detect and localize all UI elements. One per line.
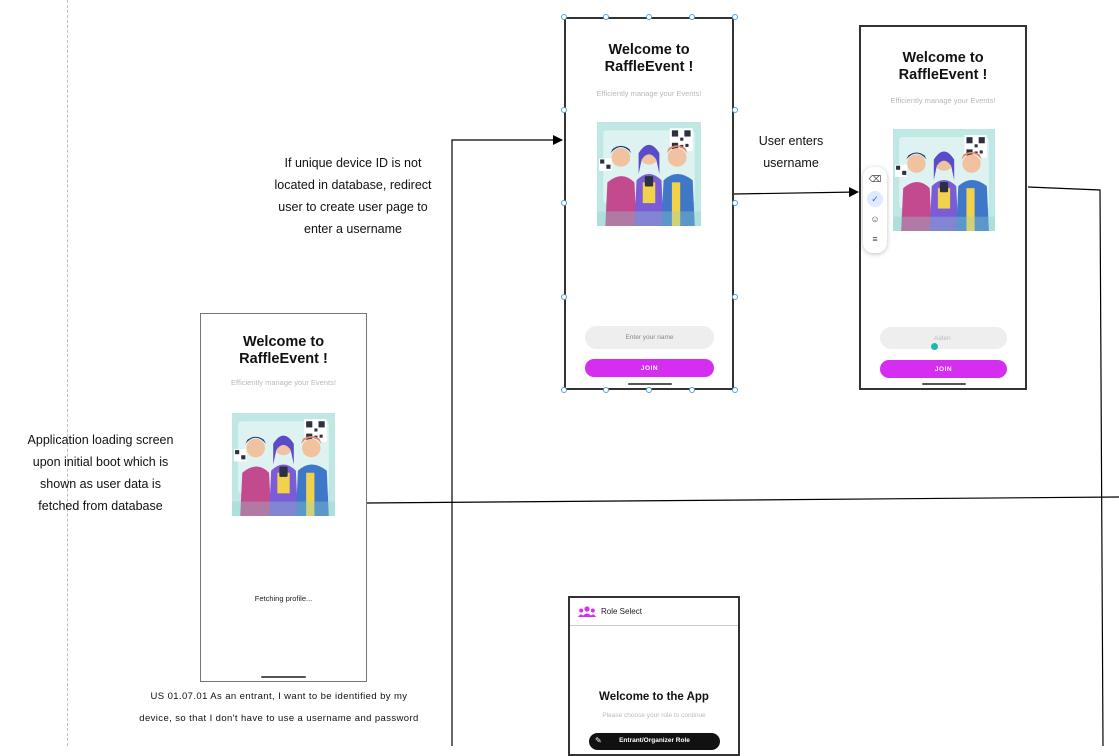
people-illustration xyxy=(232,413,335,516)
note-line: located in database, redirect xyxy=(274,178,432,192)
home-indicator xyxy=(628,383,672,385)
note-line: upon initial boot which is xyxy=(32,455,169,469)
welcome-illustration xyxy=(232,413,335,516)
selection-handle[interactable] xyxy=(732,294,738,300)
note-line: shown as user data is xyxy=(40,477,161,491)
welcome-illustration xyxy=(893,129,995,231)
connector-entered-out xyxy=(1027,186,1104,746)
note-line: Application loading screen xyxy=(27,433,174,447)
note-line: User enters xyxy=(758,134,824,148)
emoji-icon[interactable]: ☺ xyxy=(867,211,883,227)
selection-handle[interactable] xyxy=(689,14,695,20)
app-subtitle: Efficiently manage your Events! xyxy=(231,378,336,387)
note-line: user to create user page to xyxy=(278,200,428,214)
selection-handle[interactable] xyxy=(646,387,652,393)
join-button[interactable]: JOIN xyxy=(880,360,1007,378)
note-user-enters: User enters username xyxy=(742,130,840,174)
connector-loading-out xyxy=(366,496,1119,504)
loading-status: Fetching profile... xyxy=(254,594,313,603)
connector-redirect xyxy=(451,135,563,746)
selection-handle[interactable] xyxy=(561,14,567,20)
home-indicator xyxy=(922,383,966,385)
appbar-title: Role Select xyxy=(601,607,642,616)
menu-icon[interactable]: ≡ xyxy=(867,231,883,247)
keyboard-toolbar: ⌫ ✓ ☺ ≡ xyxy=(863,167,887,253)
title-line: Welcome to xyxy=(902,50,984,66)
loading-screen: Welcome to RaffleEvent ! Efficiently man… xyxy=(200,313,367,682)
name-input[interactable]: Enter your name xyxy=(585,326,714,349)
app-title: Welcome to RaffleEvent ! xyxy=(861,50,1025,85)
note-line: fetched from database xyxy=(38,499,163,513)
selection-handle[interactable] xyxy=(561,107,567,113)
name-input[interactable]: Aiden xyxy=(880,327,1007,349)
note-line: US 01.07.01 As an entrant, I want to be … xyxy=(150,691,408,702)
title-line: RaffleEvent ! xyxy=(239,351,328,368)
people-group-icon xyxy=(578,606,596,617)
selection-handle[interactable] xyxy=(732,14,738,20)
note-line: enter a username xyxy=(304,222,402,236)
join-button[interactable]: JOIN xyxy=(585,359,714,377)
selection-handle[interactable] xyxy=(732,107,738,113)
selection-handle[interactable] xyxy=(646,14,652,20)
app-subtitle: Efficiently manage your Events! xyxy=(890,96,996,105)
role-select-screen: Role Select Welcome to the App Please ch… xyxy=(568,596,740,756)
role-subtitle: Please choose your role to continue xyxy=(602,712,706,719)
selection-handle[interactable] xyxy=(561,387,567,393)
note-line: username xyxy=(763,156,819,170)
selection-handle[interactable] xyxy=(689,387,695,393)
selection-handle[interactable] xyxy=(561,294,567,300)
role-button-label: Entrant/Organizer Role xyxy=(619,737,690,744)
entrant-organizer-role-button[interactable]: ✎ Entrant/Organizer Role xyxy=(589,733,720,750)
selection-handle[interactable] xyxy=(732,200,738,206)
title-line: RaffleEvent ! xyxy=(898,67,988,84)
selection-handle[interactable] xyxy=(603,14,609,20)
create-user-screen: Welcome to RaffleEvent ! Efficiently man… xyxy=(564,17,734,390)
title-line: Welcome to xyxy=(608,42,690,58)
note-line: If unique device ID is not xyxy=(284,156,422,170)
title-line: RaffleEvent ! xyxy=(604,59,694,76)
home-indicator xyxy=(261,676,306,678)
selection-handle[interactable] xyxy=(732,387,738,393)
note-line: device, so that I don't have to use a us… xyxy=(139,713,419,724)
note-loading: Application loading screen upon initial … xyxy=(18,429,183,517)
check-icon[interactable]: ✓ xyxy=(867,191,883,207)
role-heading: Welcome to the App xyxy=(599,691,709,703)
note-redirect: If unique device ID is not located in da… xyxy=(262,152,444,240)
app-title: Welcome to RaffleEvent ! xyxy=(201,334,366,369)
text-cursor-handle[interactable] xyxy=(931,343,938,350)
welcome-illustration xyxy=(597,122,701,226)
app-bar: Role Select xyxy=(570,598,738,626)
app-title: Welcome to RaffleEvent ! xyxy=(566,42,732,77)
people-illustration xyxy=(893,129,995,231)
connector-user-enters xyxy=(733,187,859,198)
people-illustration xyxy=(597,122,701,226)
selection-handle[interactable] xyxy=(603,387,609,393)
selection-handle[interactable] xyxy=(561,200,567,206)
title-line: Welcome to xyxy=(242,334,325,350)
backspace-icon[interactable]: ⌫ xyxy=(867,171,883,187)
note-user-story: US 01.07.01 As an entrant, I want to be … xyxy=(118,686,440,730)
app-subtitle: Efficiently manage your Events! xyxy=(596,89,702,98)
